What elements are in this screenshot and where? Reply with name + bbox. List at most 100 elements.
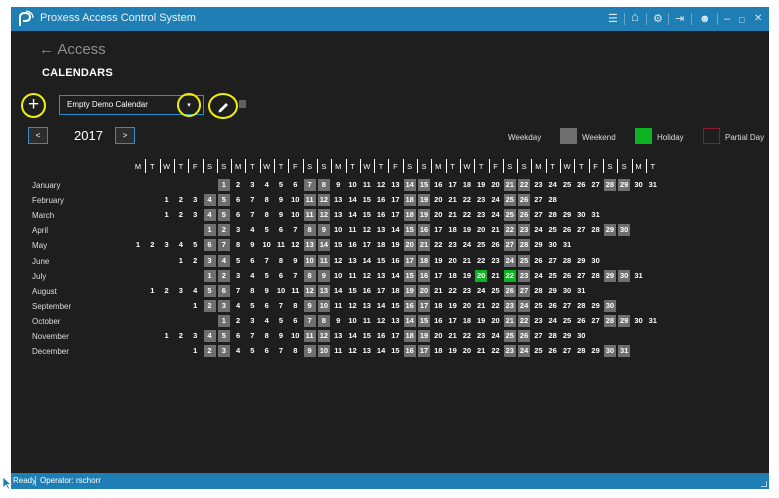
day-cell[interactable]: 29 [618,179,631,191]
day-cell[interactable]: 27 [532,194,544,206]
day-cell[interactable]: 28 [547,194,559,206]
day-cell[interactable]: 18 [403,330,416,342]
day-cell[interactable]: 26 [518,194,531,207]
day-cell[interactable]: 23 [518,269,531,282]
day-cell[interactable]: 16 [403,299,416,312]
day-cell[interactable]: 12 [317,209,330,222]
day-cell[interactable]: 18 [432,345,444,357]
day-cell[interactable]: 14 [347,194,359,206]
day-cell[interactable]: 25 [503,209,516,222]
day-cell[interactable]: 23 [461,285,473,297]
day-cell[interactable]: 8 [261,194,273,206]
day-cell[interactable]: 22 [503,224,516,237]
day-cell[interactable]: 14 [403,179,416,191]
day-cell[interactable]: 12 [317,330,330,342]
day-cell[interactable]: 15 [375,255,387,267]
day-cell[interactable]: 28 [603,179,616,191]
day-cell[interactable]: 25 [532,300,544,312]
day-cell[interactable]: 20 [432,330,444,342]
day-cell[interactable]: 19 [447,300,459,312]
day-cell[interactable]: 2 [146,239,158,251]
day-cell[interactable]: 17 [418,299,430,312]
day-cell[interactable]: 25 [475,239,487,251]
day-cell[interactable]: 3 [203,254,216,267]
day-cell[interactable]: 17 [447,315,459,327]
day-cell[interactable]: 3 [175,285,187,297]
day-cell[interactable]: 22 [432,239,444,251]
day-cell[interactable]: 18 [403,194,416,207]
day-cell[interactable]: 26 [547,345,559,357]
day-cell[interactable]: 15 [418,179,430,191]
day-cell[interactable]: 23 [532,179,544,191]
day-cell[interactable]: 30 [547,239,559,251]
day-cell[interactable]: 23 [503,345,516,358]
day-cell[interactable]: 8 [303,224,316,237]
day-cell[interactable]: 28 [518,239,531,252]
day-cell[interactable]: 12 [375,179,387,191]
resize-grip-icon[interactable] [761,481,767,487]
day-cell[interactable]: 4 [246,270,258,282]
day-cell[interactable]: 29 [603,224,616,237]
day-cell[interactable]: 21 [447,194,459,206]
day-cell[interactable]: 5 [246,345,258,357]
day-cell[interactable]: 20 [432,209,444,221]
day-cell[interactable]: 29 [547,285,559,297]
day-cell[interactable]: 11 [303,209,316,222]
day-cell[interactable]: 10 [347,179,359,191]
day-cell[interactable]: 9 [317,224,330,237]
day-cell[interactable]: 6 [289,179,301,191]
day-cell[interactable]: 17 [418,345,430,358]
day-cell[interactable]: 20 [461,300,473,312]
day-cell[interactable]: 26 [575,179,587,191]
day-cell[interactable]: 8 [246,285,258,297]
day-cell[interactable]: 7 [232,285,244,297]
day-cell[interactable]: 6 [275,224,287,236]
day-cell[interactable]: 15 [347,285,359,297]
day-cell[interactable]: 7 [217,239,230,252]
day-cell[interactable]: 5 [261,224,273,236]
day-cell[interactable]: 1 [175,255,187,267]
day-cell[interactable]: 30 [575,330,587,342]
day-cell[interactable]: 30 [603,299,616,312]
day-cell[interactable]: 21 [418,239,430,252]
day-cell[interactable]: 27 [532,330,544,342]
day-cell[interactable]: 9 [275,209,287,221]
day-cell[interactable]: 1 [146,285,158,297]
day-cell[interactable]: 3 [232,270,244,282]
prev-year-button[interactable]: < [28,127,48,144]
day-cell[interactable]: 28 [547,330,559,342]
day-cell[interactable]: 11 [303,330,316,342]
menu-icon[interactable]: ☰ [608,12,618,26]
day-cell[interactable]: 19 [418,194,430,207]
day-cell[interactable]: 10 [317,345,330,358]
day-cell[interactable]: 10 [275,285,287,297]
day-cell[interactable]: 4 [246,224,258,236]
day-cell[interactable]: 2 [232,315,244,327]
day-cell[interactable]: 20 [432,194,444,206]
day-cell[interactable]: 26 [518,209,531,222]
day-cell[interactable]: 26 [490,239,502,251]
day-cell[interactable]: 29 [618,314,631,327]
day-cell[interactable]: 9 [275,330,287,342]
day-cell[interactable]: 18 [375,239,387,251]
day-cell[interactable]: 11 [317,254,330,267]
day-cell[interactable]: 18 [461,179,473,191]
day-cell[interactable]: 30 [633,179,645,191]
day-cell[interactable]: 16 [375,194,387,206]
day-cell[interactable]: 19 [418,209,430,222]
edit-calendar-button[interactable] [208,93,238,119]
day-cell[interactable]: 7 [303,314,316,327]
day-cell[interactable]: 23 [447,239,459,251]
day-cell[interactable]: 10 [289,209,301,221]
day-cell[interactable]: 7 [246,209,258,221]
day-cell[interactable]: 21 [447,330,459,342]
day-cell[interactable]: 10 [289,194,301,206]
day-cell[interactable]: 21 [503,179,516,191]
day-cell[interactable]: 5 [217,209,230,222]
day-cell[interactable]: 19 [432,255,444,267]
day-cell[interactable]: 5 [261,270,273,282]
day-cell[interactable]: 16 [432,179,444,191]
day-cell[interactable]: 6 [261,300,273,312]
day-cell[interactable]: 17 [432,224,444,236]
day-cell[interactable]: 9 [317,269,330,282]
